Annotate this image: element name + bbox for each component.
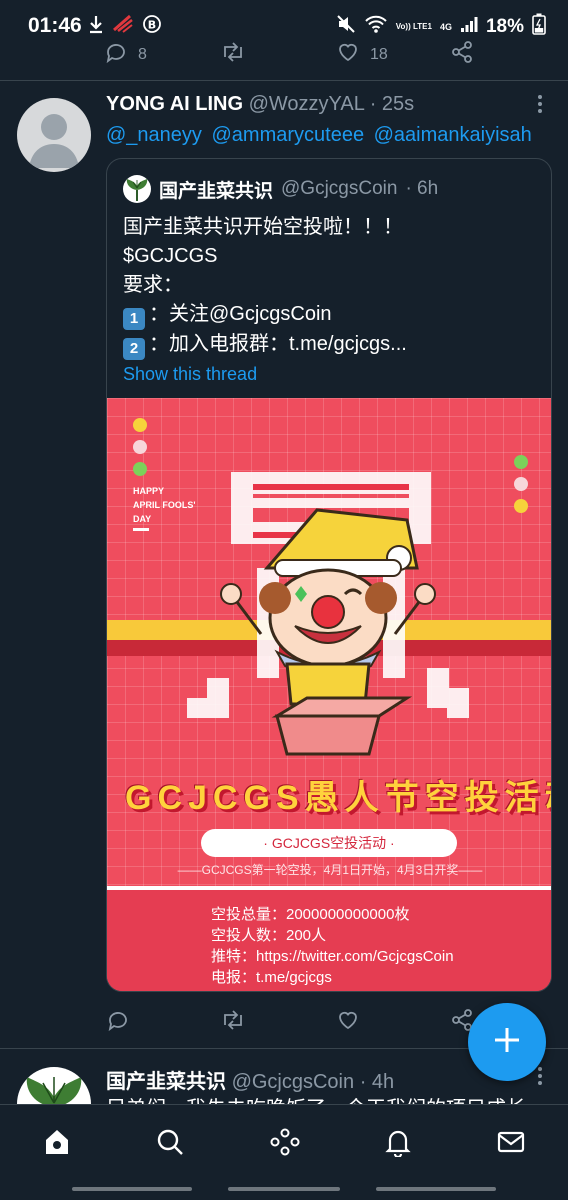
- compose-tweet-button[interactable]: [468, 1003, 546, 1081]
- status-right-icons: Vo)) LTE1 4G 18%: [336, 13, 546, 40]
- reply-icon: [104, 40, 128, 69]
- text-line: 要求：: [123, 274, 183, 296]
- quoted-tweet-header: 国产韭菜共识 @GcjcgsCoin · 6h: [123, 175, 438, 203]
- keycap-one-icon: 1: [123, 308, 145, 330]
- mentions: @_naneyy @ammarycuteee @aaimankaiyisah: [106, 124, 536, 147]
- mute-icon: [336, 14, 356, 39]
- heart-icon: [336, 40, 360, 69]
- retweet-icon: [220, 1008, 246, 1037]
- prev-tweet-actions: 8 18: [104, 40, 484, 68]
- quoted-author-handle: @GcjcgsCoin: [281, 178, 398, 199]
- keycap-two-icon: 2: [123, 338, 145, 360]
- share-icon: [450, 40, 474, 69]
- signal-alert-icon: [112, 14, 134, 39]
- battery-percent: 18%: [485, 15, 524, 37]
- gesture-bar: [376, 1187, 496, 1191]
- pixel-character-graphic: [107, 472, 551, 756]
- info-line: 空投总量：2000000000000枚: [211, 906, 410, 923]
- poster-subline: ——GCJCGS第一轮空投，4月1日开始，4月3日开奖——: [177, 863, 483, 877]
- ginkgo-avatar: [123, 175, 151, 203]
- nav-spaces[interactable]: [269, 1127, 300, 1157]
- 4g-icon: 4G: [439, 21, 452, 32]
- author-handle[interactable]: @WozzyYAL: [249, 93, 365, 115]
- svg-text:B: B: [148, 19, 156, 32]
- more-options-icon[interactable]: [536, 1066, 544, 1092]
- author-name[interactable]: YONG AI LING: [106, 93, 243, 115]
- battery-icon: [532, 13, 546, 40]
- mail-icon: [496, 1131, 526, 1161]
- gesture-bar: [72, 1187, 192, 1191]
- retweet-button[interactable]: [220, 40, 246, 69]
- status-time: 01:46: [28, 14, 82, 37]
- poster-banner-title: GCJCGS愚人节空投活动: [125, 779, 552, 817]
- text-line: 国产韭菜共识开始空投啦！！！: [123, 216, 403, 238]
- quoted-tweet-text: 国产韭菜共识开始空投啦！！！ $GCJCGS 要求： 1 ：关注@GcjcgsCo…: [123, 213, 407, 360]
- gesture-bar: [228, 1187, 340, 1191]
- b-icon: B: [142, 14, 162, 39]
- share-button[interactable]: [450, 40, 474, 69]
- info-line: 空投人数：200人: [211, 927, 327, 944]
- avatar[interactable]: [17, 98, 91, 172]
- info-line: 推特：https://twitter.com/GcjcgsCoin: [211, 948, 454, 965]
- reply-button[interactable]: 8: [104, 40, 147, 69]
- poster-info-panel: 空投总量：2000000000000枚 空投人数：200人 推特：https:/…: [107, 890, 551, 991]
- info-line: 电报：t.me/gcjcgs: [211, 969, 332, 986]
- text-line: 1 ：关注@GcjcgsCoin: [123, 300, 407, 330]
- signal-icon: [460, 15, 478, 38]
- bell-icon: [383, 1130, 413, 1161]
- reply-button[interactable]: [106, 1008, 130, 1037]
- download-icon: [88, 14, 104, 39]
- spaces-icon: [269, 1128, 301, 1161]
- divider: [0, 80, 568, 81]
- status-left-icons: B: [88, 14, 162, 39]
- nav-messages[interactable]: [496, 1127, 526, 1157]
- author-handle[interactable]: @GcjcgsCoin: [232, 1071, 355, 1093]
- quoted-tweet-time: · 6h: [405, 178, 439, 199]
- reply-icon: [106, 1008, 130, 1037]
- mention-link[interactable]: @aaimankaiyisah: [374, 124, 532, 146]
- poster-pill-label: · GCJCGS空投活动 ·: [201, 829, 457, 857]
- like-button[interactable]: 18: [336, 40, 388, 69]
- like-button[interactable]: [336, 1008, 360, 1037]
- text-line: $GCJCGS: [123, 245, 218, 267]
- show-thread-link[interactable]: Show this thread: [123, 364, 257, 385]
- home-icon: [42, 1130, 72, 1161]
- tweet-actions: [106, 1008, 486, 1034]
- volte-icon: Vo)) LTE1: [395, 22, 432, 31]
- search-icon: [155, 1129, 185, 1161]
- retweet-button[interactable]: [220, 1008, 246, 1037]
- author-name[interactable]: 国产韭菜共识: [106, 1071, 226, 1093]
- tweet-time: · 4h: [359, 1071, 395, 1093]
- mention-link[interactable]: @ammarycuteee: [211, 124, 364, 146]
- quoted-author-name: 国产韭菜共识: [159, 180, 274, 202]
- bottom-nav: [0, 1104, 568, 1200]
- tweet-time: · 25s: [369, 93, 415, 115]
- nav-home[interactable]: [42, 1127, 72, 1157]
- nav-notifications[interactable]: [383, 1127, 413, 1159]
- reply-count: 8: [138, 45, 147, 63]
- nav-search[interactable]: [155, 1127, 185, 1157]
- quoted-tweet-card[interactable]: 国产韭菜共识 @GcjcgsCoin · 6h 国产韭菜共识开始空投啦！！！ $…: [106, 158, 552, 992]
- retweet-icon: [220, 40, 246, 69]
- wifi-icon: [364, 14, 388, 39]
- tweet-header: 国产韭菜共识 @GcjcgsCoin · 4h: [106, 1065, 394, 1094]
- like-count: 18: [370, 45, 388, 63]
- heart-icon: [336, 1008, 360, 1037]
- plus-icon: [492, 1025, 522, 1060]
- more-options-icon[interactable]: [536, 94, 544, 120]
- mention-link[interactable]: @_naneyy: [106, 124, 202, 146]
- tweet-header: YONG AI LING @WozzyYAL · 25s: [106, 93, 414, 116]
- text-line: 2 ：加入电报群：t.me/gcjcgs...: [123, 330, 407, 360]
- poster-image[interactable]: HAPPY APRIL FOOLS' DAY GCJCGS愚人节空投活动 · G…: [107, 398, 552, 991]
